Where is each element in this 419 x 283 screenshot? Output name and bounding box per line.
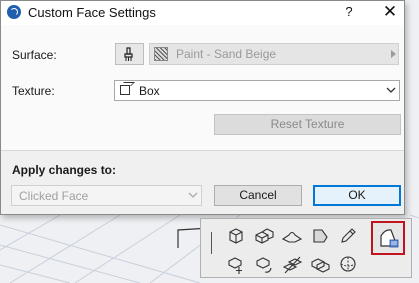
apply-changes-label: Apply changes to: [12,163,117,177]
texture-label: Texture: [12,84,55,98]
apply-changes-value: Clicked Face [19,189,89,203]
reset-texture-button[interactable]: Reset Texture [214,114,401,135]
cancel-button[interactable]: Cancel [214,185,302,206]
cube-icon[interactable] [225,225,247,247]
custom-face-icon[interactable] [371,221,405,255]
hatch-swatch-icon [154,47,168,61]
brush-icon [124,47,133,61]
close-button[interactable]: ✕ [381,3,399,21]
texture-value: Box [139,84,160,98]
chevron-right-icon [391,50,396,58]
align-icon[interactable] [281,253,303,275]
chevron-down-icon [386,87,396,93]
dialog-title: Custom Face Settings [28,5,156,20]
title-bar[interactable]: Custom Face Settings ? ✕ [1,1,404,25]
surface-icon[interactable] [281,225,303,247]
toolbar-separator [211,232,212,254]
help-button[interactable]: ? [341,4,357,20]
box-icon [120,85,130,95]
rotate-icon[interactable] [253,253,275,275]
pencil-icon[interactable] [337,225,359,247]
sphere-icon[interactable] [337,253,359,275]
surface-field: Paint - Sand Beige [149,43,399,65]
ok-button[interactable]: OK [313,185,401,206]
apply-changes-select[interactable]: Clicked Face [11,185,202,206]
face-icon[interactable] [309,225,331,247]
surface-label: Surface: [12,48,57,62]
app-logo-icon [7,5,21,19]
custom-face-settings-dialog: Custom Face Settings ? ✕ Surface: Paint … [0,0,405,215]
texture-select[interactable]: Box [114,80,400,101]
stack-icon[interactable] [309,253,331,275]
brush-button[interactable] [115,43,144,65]
box-stack-icon[interactable] [253,225,275,247]
move-icon[interactable] [225,253,247,275]
surface-value: Paint - Sand Beige [176,47,277,61]
chevron-down-icon [188,192,198,198]
